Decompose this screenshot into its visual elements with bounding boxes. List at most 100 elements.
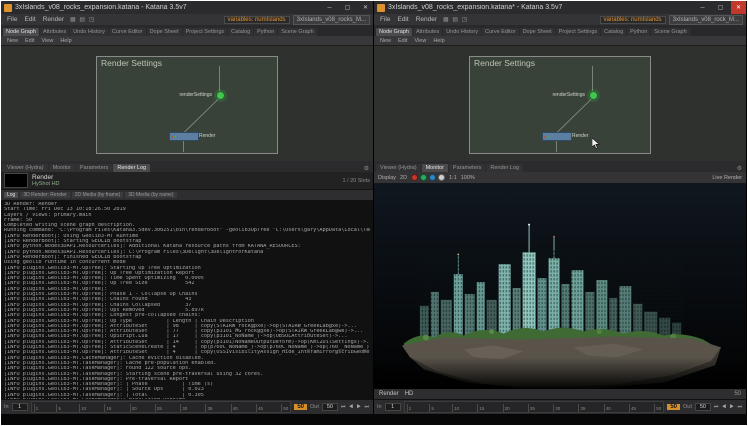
pane-tab[interactable]: Monitor [422, 164, 448, 172]
timeline-tick[interactable]: 50 [654, 404, 661, 412]
variables-dropdown[interactable]: variables: numIslands [600, 16, 666, 24]
minimize-button[interactable]: ─ [695, 1, 710, 14]
nodegraph-menu-item[interactable]: View [42, 38, 54, 44]
timeline-tick[interactable]: 1 [34, 404, 39, 412]
main-tab[interactable]: Attributes [413, 28, 442, 36]
main-tab[interactable]: Project Settings [183, 28, 228, 36]
main-tab[interactable]: Dope Sheet [147, 28, 182, 36]
pane-tab[interactable]: Viewer (Hydra) [3, 164, 48, 172]
main-tab[interactable]: Curve Editor [109, 28, 146, 36]
timeline-ruler[interactable]: 15101520253035404550 [31, 401, 292, 413]
toolbar-icons[interactable]: ▦ ▤ ◳ [443, 16, 468, 23]
render-settings-node[interactable] [589, 91, 598, 100]
channel-toggle[interactable] [429, 174, 436, 181]
log-filter-tab[interactable]: 2D Media (by frame) [72, 192, 124, 198]
nodegraph-menu-item[interactable]: Help [60, 38, 71, 44]
pane-tab[interactable]: Parameters [76, 164, 112, 172]
zoom-ratio[interactable]: 1:1 [449, 175, 457, 181]
pane-tab[interactable]: Monitor [49, 164, 75, 172]
timeline-tick[interactable]: 25 [528, 404, 535, 412]
zoom-percent[interactable]: 100% [461, 175, 475, 181]
render-thumbnail[interactable] [4, 173, 28, 188]
channel-toggle[interactable] [411, 174, 418, 181]
titlebar[interactable]: 3xIslands_v08_rocks_expansion.katana* - … [374, 1, 746, 14]
channel-toggle[interactable] [420, 174, 427, 181]
timeline-tick[interactable]: 50 [281, 404, 288, 412]
current-frame[interactable]: 50 [667, 404, 680, 410]
transport-controls[interactable]: ⏮ ◀ ▶ ⏭ [714, 404, 743, 410]
minimize-button[interactable]: ─ [322, 1, 337, 14]
variables-dropdown[interactable]: variables: numIslands [224, 16, 290, 24]
timeline-tick[interactable]: 10 [452, 404, 459, 412]
timeline-tick[interactable]: 35 [578, 404, 585, 412]
main-tab[interactable]: Project Settings [556, 28, 601, 36]
log-filter-tab[interactable]: 3D Render: Render [20, 192, 69, 198]
main-tab[interactable]: Dope Sheet [520, 28, 555, 36]
menu-item[interactable]: File [4, 16, 20, 23]
timeline-tick[interactable]: 1 [407, 404, 412, 412]
menu-item[interactable]: Render [413, 16, 440, 23]
nodegraph-menu-item[interactable]: View [415, 38, 427, 44]
nodegraph-menu-item[interactable]: Edit [398, 38, 407, 44]
titlebar[interactable]: 3xIslands_v08_rocks_expansion.katana - K… [1, 1, 373, 14]
menu-item[interactable]: Render [40, 16, 67, 23]
timeline-tick[interactable]: 30 [553, 404, 560, 412]
monitor-viewport[interactable] [374, 183, 746, 389]
menu-item[interactable]: Edit [394, 16, 411, 23]
main-tab[interactable]: Undo History [443, 28, 481, 36]
monitor-render-name[interactable]: Render [379, 391, 399, 397]
pane-tab[interactable]: Render Log [113, 164, 150, 172]
in-frame-field[interactable]: 1 [385, 403, 401, 411]
catalog-item-name[interactable]: HyShot HD [32, 181, 60, 188]
main-tab[interactable]: Catalog [228, 28, 253, 36]
timeline-ruler[interactable]: 15101520253035404550 [404, 401, 665, 413]
render-log-output[interactable]: 3D Render: RenderStart Time: Fri Dec 13 … [1, 200, 373, 399]
node-graph-canvas[interactable]: Render Settings renderSettings Render [1, 46, 373, 161]
scene-file-tab[interactable]: 3xIslands_v08_rock_M... [669, 15, 743, 25]
timeline-tick[interactable]: 30 [180, 404, 187, 412]
main-tab[interactable]: Undo History [70, 28, 108, 36]
timeline-tick[interactable]: 15 [104, 404, 111, 412]
main-tab[interactable]: Python [627, 28, 650, 36]
live-render-toggle[interactable]: Live Render [712, 175, 742, 181]
pane-tab[interactable]: Viewer (Hydra) [376, 164, 421, 172]
timeline-tick[interactable]: 20 [130, 404, 137, 412]
channel-toggle[interactable] [438, 174, 445, 181]
log-filter-tab[interactable]: Log [4, 192, 18, 198]
in-frame-field[interactable]: 1 [12, 403, 28, 411]
node-graph-canvas[interactable]: Render Settings renderSettings Render [374, 46, 746, 161]
timeline-tick[interactable]: 45 [629, 404, 636, 412]
timeline-tick[interactable]: 45 [256, 404, 263, 412]
nodegraph-menu-item[interactable]: Edit [25, 38, 34, 44]
menu-item[interactable]: File [377, 16, 393, 23]
scene-file-tab[interactable]: 3xIslands_v08_rocks_M... [293, 15, 370, 25]
log-filter-tab[interactable]: 3D Media (by name) [125, 192, 176, 198]
display-menu[interactable]: Display [378, 175, 396, 181]
maximize-button[interactable]: ▢ [340, 1, 355, 14]
transport-controls[interactable]: ⏮ ◀ ▶ ⏭ [341, 404, 370, 410]
current-frame[interactable]: 50 [294, 404, 307, 410]
main-tab[interactable]: Catalog [601, 28, 626, 36]
timeline-tick[interactable]: 40 [604, 404, 611, 412]
main-tab[interactable]: Attributes [40, 28, 69, 36]
out-frame-field[interactable]: 50 [322, 403, 338, 411]
nodegraph-menu-item[interactable]: New [7, 38, 18, 44]
view-mode-2d[interactable]: 2D [400, 175, 407, 181]
timeline-tick[interactable]: 35 [205, 404, 212, 412]
timeline-tick[interactable]: 5 [429, 404, 434, 412]
timeline-tick[interactable]: 20 [503, 404, 510, 412]
menu-item[interactable]: Edit [21, 16, 38, 23]
main-tab[interactable]: Curve Editor [482, 28, 519, 36]
main-tab[interactable]: Python [254, 28, 277, 36]
pane-tab[interactable]: Parameters [449, 164, 485, 172]
maximize-button[interactable]: ▢ [713, 1, 728, 14]
timeline-tick[interactable]: 40 [231, 404, 238, 412]
main-tab[interactable]: Node Graph [3, 28, 39, 36]
main-tab[interactable]: Node Graph [376, 28, 412, 36]
out-frame-field[interactable]: 50 [695, 403, 711, 411]
pane-tab[interactable]: Render Log [486, 164, 523, 172]
toolbar-icons[interactable]: ▦ ▤ ◳ [70, 16, 95, 23]
timeline-tick[interactable]: 5 [56, 404, 61, 412]
render-settings-node[interactable] [216, 91, 225, 100]
nodegraph-menu-item[interactable]: Help [433, 38, 444, 44]
